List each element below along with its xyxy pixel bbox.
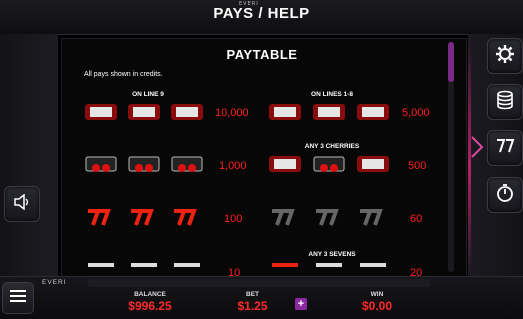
speaker-icon (13, 192, 31, 215)
bonus-symbol (127, 101, 161, 123)
red-seven-symbol (127, 207, 161, 229)
row1-right-pay: 5,000 (402, 107, 430, 119)
win-value: $0.00 (361, 299, 393, 313)
logo: EVERI (42, 279, 67, 286)
bet-increase-button[interactable]: + (295, 298, 307, 310)
red-seven-symbol (84, 207, 118, 229)
scrollbar-thumb[interactable] (448, 42, 454, 82)
row4-right-label: ANY 3 SEVENS (308, 251, 356, 258)
row2-left-pay: 1,000 (219, 160, 247, 172)
white-seven-symbol (312, 261, 346, 276)
bonus-symbol (170, 101, 204, 123)
header: EVERI PAYS / HELP (0, 0, 523, 35)
settings-button[interactable] (487, 38, 523, 74)
bet-label: BET (246, 291, 259, 298)
black-seven-symbol (268, 207, 302, 229)
white-seven-symbol (170, 261, 204, 276)
gear-icon (495, 44, 515, 69)
row1-left-pay: 10,000 (215, 107, 249, 119)
menu-button[interactable] (2, 282, 34, 314)
question-seven-icon (495, 136, 515, 161)
bonus-symbol (268, 153, 302, 175)
black-seven-symbol (356, 207, 390, 229)
credits-note: All pays shown in credits. (84, 71, 163, 78)
cherry-symbol (170, 153, 204, 175)
chevron-right-icon (471, 136, 484, 158)
message-strip (88, 279, 430, 287)
bonus-symbol (312, 101, 346, 123)
cherry-symbol (84, 153, 118, 175)
row2-right-label: ANY 3 CHERRIES (304, 143, 360, 150)
red-seven-symbol (170, 207, 204, 229)
white-seven-symbol (127, 261, 161, 276)
black-seven-symbol (312, 207, 346, 229)
left-panel (0, 34, 58, 276)
bonus-symbol (356, 153, 390, 175)
bonus-symbol (84, 101, 118, 123)
paytable-title: PAYTABLE (226, 47, 298, 62)
coins-stack-icon (495, 90, 515, 115)
balance-value: $996.25 (128, 299, 172, 313)
row3-left-pay: 100 (224, 213, 243, 225)
sound-button[interactable] (4, 186, 40, 222)
help-button[interactable] (487, 130, 523, 166)
row1-right-label: ON LINES 1-8 (311, 91, 353, 98)
bet-value[interactable]: $1.25 (215, 299, 290, 313)
bonus-symbol (268, 101, 302, 123)
page-title: PAYS / HELP (213, 5, 310, 22)
balance-label: BALANCE (134, 291, 166, 298)
speed-button[interactable] (487, 177, 523, 213)
hamburger-icon (9, 288, 27, 309)
win-label: WIN (370, 291, 384, 298)
row3-right-pay: 60 (410, 213, 423, 225)
row1-left-label: ON LINE 9 (132, 91, 164, 98)
stopwatch-icon (495, 183, 515, 208)
red-seven-symbol (268, 261, 302, 276)
cherry-symbol (127, 153, 161, 175)
row2-right-pay: 500 (408, 160, 427, 172)
white-seven-symbol (356, 261, 390, 276)
paytable-panel: PAYTABLE All pays shown in credits. ON L… (61, 38, 467, 277)
cherry-symbol (312, 153, 346, 175)
bonus-symbol (356, 101, 390, 123)
credits-button[interactable] (487, 84, 523, 120)
white-seven-symbol (84, 261, 118, 276)
